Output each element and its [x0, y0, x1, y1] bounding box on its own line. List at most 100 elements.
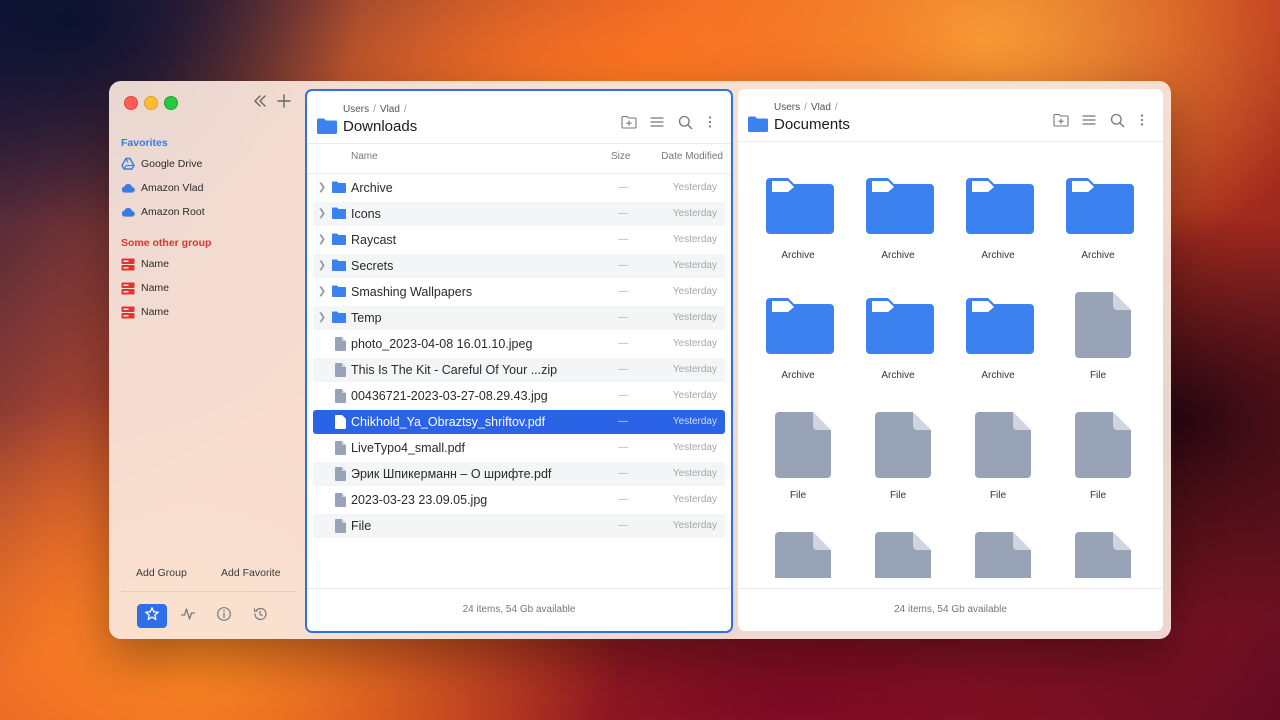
expand-chevron-icon[interactable]: ❯ [317, 306, 327, 330]
more-options-icon[interactable] [1131, 110, 1153, 130]
server-icon [121, 305, 135, 319]
list-view-icon[interactable] [1075, 110, 1103, 130]
grid-item[interactable]: Archive [948, 284, 1048, 394]
file-size: — [618, 182, 628, 193]
folder-icon [332, 259, 346, 273]
grid-item[interactable] [848, 524, 948, 578]
expand-chevron-icon[interactable]: ❯ [317, 254, 327, 278]
zoom-window-button[interactable] [164, 96, 178, 110]
file-size: — [618, 364, 628, 375]
list-view-icon[interactable] [643, 112, 671, 132]
file-list: ❯ Archive — Yesterday ❯ Icons — Yesterday ❯ Rayca… [313, 176, 725, 540]
grid-item[interactable] [748, 524, 848, 578]
column-header-date[interactable]: Date Modified [661, 151, 723, 162]
grid-item[interactable]: Archive [848, 284, 948, 394]
cloud-icon [121, 205, 135, 219]
grid-item[interactable]: Archive [748, 284, 848, 394]
expand-chevron-icon[interactable]: ❯ [317, 202, 327, 226]
grid-item[interactable]: File [1048, 404, 1148, 514]
grid-item[interactable] [948, 524, 1048, 578]
sidebar-item-group-1[interactable]: Name [121, 254, 169, 274]
tab-activity[interactable] [173, 604, 203, 628]
file-icon [334, 467, 348, 481]
file-date: Yesterday [672, 416, 717, 427]
table-row[interactable]: This Is The Kit - Careful Of Your ...zip… [313, 358, 725, 382]
downloads-panel[interactable]: Users / Vlad / Downloads Name Size Date … [305, 89, 733, 633]
search-icon[interactable] [671, 112, 699, 132]
close-window-button[interactable] [124, 96, 138, 110]
file-date: Yesterday [672, 390, 717, 401]
file-icon [966, 532, 1034, 578]
collapse-sidebar-icon[interactable] [251, 93, 269, 111]
grid-item-label: Archive [881, 370, 915, 381]
file-icon [966, 412, 1034, 480]
folder-icon [332, 233, 346, 247]
more-options-icon[interactable] [699, 112, 721, 132]
sidebar-item-google-drive[interactable]: Google Drive [121, 154, 202, 174]
expand-chevron-icon[interactable]: ❯ [317, 176, 327, 200]
panel-title: Downloads [343, 118, 418, 135]
grid-item-label: Archive [1081, 250, 1115, 261]
table-row[interactable]: ❯ Archive — Yesterday [313, 176, 725, 200]
grid-item[interactable] [1048, 524, 1148, 578]
expand-chevron-icon[interactable]: ❯ [317, 280, 327, 304]
grid-item[interactable]: File [848, 404, 948, 514]
tab-favorites[interactable] [137, 604, 167, 628]
file-name: Smashing Wallpapers [351, 285, 473, 299]
file-grid: Archive Archive Archive Archive Archive Archi… [748, 164, 1153, 578]
column-header-size[interactable]: Size [611, 151, 630, 162]
search-icon[interactable] [1103, 110, 1131, 130]
expand-chevron-icon[interactable]: ❯ [317, 228, 327, 252]
breadcrumb-item[interactable]: Vlad [380, 104, 400, 115]
table-row[interactable]: photo_2023-04-08 16.01.10.jpeg — Yesterday [313, 332, 725, 356]
sidebar-item-group-3[interactable]: Name [121, 302, 169, 322]
list-header-divider [307, 173, 731, 174]
sidebar-item-label: Name [141, 258, 170, 270]
cloud-icon [121, 181, 135, 195]
minimize-window-button[interactable] [144, 96, 158, 110]
breadcrumb-item[interactable]: Users [343, 104, 369, 115]
grid-item[interactable]: Archive [848, 164, 948, 274]
tab-history[interactable] [245, 604, 275, 628]
grid-item[interactable]: Archive [1048, 164, 1148, 274]
column-header-name[interactable]: Name [351, 151, 378, 162]
table-row[interactable]: File — Yesterday [313, 514, 725, 538]
panel-toolbar [615, 112, 721, 132]
table-row[interactable]: ❯ Smashing Wallpapers — Yesterday [313, 280, 725, 304]
grid-item[interactable]: File [948, 404, 1048, 514]
add-favorite-button[interactable]: Add Favorite [221, 567, 281, 579]
table-row[interactable]: 00436721-2023-03-27-08.29.43.jpg — Yesterd… [313, 384, 725, 408]
grid-item[interactable]: Archive [948, 164, 1048, 274]
documents-panel[interactable]: Users / Vlad / Documents Archive Archive Arch… [738, 89, 1163, 631]
add-icon[interactable] [275, 93, 293, 111]
sidebar: Favorites Google Drive Amazon Vlad Amazo… [109, 81, 305, 639]
table-row[interactable]: ❯ Icons — Yesterday [313, 202, 725, 226]
table-row[interactable]: 2023-03-23 23.09.05.jpg — Yesterday [313, 488, 725, 512]
table-row[interactable]: ❯ Temp — Yesterday [313, 306, 725, 330]
grid-item[interactable]: Archive [748, 164, 848, 274]
table-row[interactable]: Chikhold_Ya_Obraztsy_shriftov.pdf — Yester… [313, 410, 725, 434]
file-name: Raycast [351, 233, 397, 247]
table-row[interactable]: LiveTypo4_small.pdf — Yesterday [313, 436, 725, 460]
add-group-button[interactable]: Add Group [136, 567, 187, 579]
sidebar-item-amazon-root[interactable]: Amazon Root [121, 202, 205, 222]
folder-icon [332, 181, 346, 195]
new-folder-icon[interactable] [1047, 110, 1075, 130]
folder-icon [766, 292, 834, 360]
file-date: Yesterday [672, 364, 717, 375]
tab-info[interactable] [209, 604, 239, 628]
breadcrumb-item[interactable]: Users [774, 102, 800, 113]
table-row[interactable]: ❯ Raycast — Yesterday [313, 228, 725, 252]
file-size: — [618, 312, 628, 323]
file-name: LiveTypo4_small.pdf [351, 441, 465, 455]
grid-item[interactable]: File [748, 404, 848, 514]
sidebar-item-amazon-vlad[interactable]: Amazon Vlad [121, 178, 203, 198]
table-row[interactable]: Эрик Шпикерманн – О шрифте.pdf — Yesterday [313, 462, 725, 486]
table-row[interactable]: ❯ Secrets — Yesterday [313, 254, 725, 278]
breadcrumb-item[interactable]: Vlad [811, 102, 831, 113]
breadcrumb: Users / Vlad / [774, 102, 838, 113]
sidebar-item-group-2[interactable]: Name [121, 278, 169, 298]
grid-item[interactable]: File [1048, 284, 1148, 394]
new-folder-icon[interactable] [615, 112, 643, 132]
sidebar-footer-divider [121, 591, 297, 592]
